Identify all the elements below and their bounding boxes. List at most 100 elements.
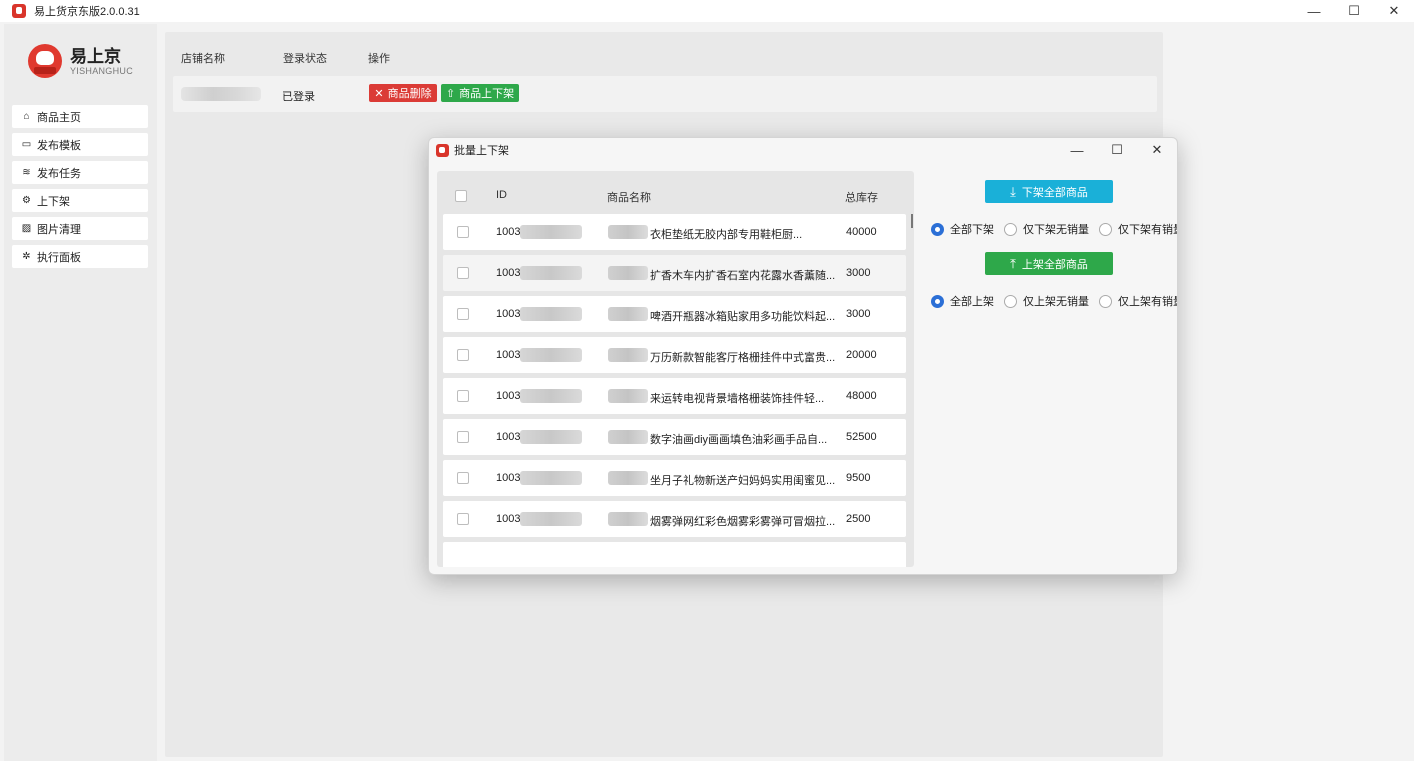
radio-label: 仅上架有销量	[1118, 296, 1178, 308]
product-id: 1003	[496, 513, 521, 525]
dialog-maximize-button[interactable]: ☐	[1097, 138, 1137, 162]
table-row[interactable]: 1003 来运转电视背景墙格栅装饰挂件轻... 48000	[443, 378, 906, 414]
sidebar-item-label: 图片清理	[37, 223, 81, 236]
column-header-login-status: 登录状态	[283, 53, 327, 65]
minimize-button[interactable]: —	[1294, 0, 1334, 22]
table-row-partial[interactable]	[443, 542, 906, 567]
sidebar-item-exec-panel[interactable]: ✲ 执行面板	[12, 245, 148, 268]
brand-subtitle: YISHANGHUC	[70, 65, 134, 76]
dialog-window-controls: — ☐ ✕	[1057, 138, 1177, 162]
table-row[interactable]: 1003 扩香木车内扩香石室内花露水香薰随... 3000	[443, 255, 906, 291]
dialog-close-button[interactable]: ✕	[1137, 138, 1177, 162]
sidebar-item-image-cleanup[interactable]: ▨ 图片清理	[12, 217, 148, 240]
radio-icon	[1099, 294, 1112, 308]
product-stock: 9500	[846, 472, 871, 484]
sidebar-item-publish-task[interactable]: ≋ 发布任务	[12, 161, 148, 184]
sidebar-item-label: 执行面板	[37, 251, 81, 264]
product-id-redacted	[520, 471, 582, 485]
sidebar-item-publish-template[interactable]: ▭ 发布模板	[12, 133, 148, 156]
product-id-redacted	[520, 430, 582, 444]
row-checkbox[interactable]	[457, 513, 469, 525]
table-row[interactable]: 1003 烟雾弹网红彩色烟雾彩雾弹可冒烟拉... 2500	[443, 501, 906, 537]
radio-icon	[1099, 222, 1112, 236]
app-logo-icon	[12, 4, 26, 18]
row-checkbox[interactable]	[457, 349, 469, 361]
column-header-stock: 总库存	[845, 192, 878, 204]
upload-icon: ⇧	[445, 87, 456, 100]
shelf-options: 全部上架 仅上架无销量 仅上架有销量	[931, 293, 1178, 309]
column-header-shop-name: 店铺名称	[181, 53, 225, 65]
upload-icon: ⤒	[1010, 255, 1016, 271]
shelf-products-button[interactable]: ⇧ 商品上下架	[441, 84, 519, 102]
dialog-minimize-button[interactable]: —	[1057, 138, 1097, 162]
table-row[interactable]: 1003 数字油画diy画画填色油彩画手品自... 52500	[443, 419, 906, 455]
row-checkbox[interactable]	[457, 226, 469, 238]
dialog-title: 批量上下架	[454, 145, 509, 157]
unshelf-all-button[interactable]: ⤓ 下架全部商品	[985, 180, 1113, 203]
column-header-id: ID	[496, 189, 507, 201]
sidebar-menu: ⌂ 商品主页 ▭ 发布模板 ≋ 发布任务 ⚙ 上下架 ▨ 图片清理 ✲ 执行面板	[12, 105, 148, 273]
unshelf-all-label: 下架全部商品	[1021, 186, 1088, 199]
maximize-button[interactable]: ☐	[1334, 0, 1374, 22]
product-name: 扩香木车内扩香石室内花露水香薰随...	[650, 270, 835, 282]
product-name: 万历新款智能客厅格栅挂件中式富贵...	[650, 352, 835, 364]
sidebar: 易上京 YISHANGHUC ⌂ 商品主页 ▭ 发布模板 ≋ 发布任务 ⚙ 上下…	[4, 24, 157, 761]
tasks-icon: ≋	[22, 167, 31, 178]
radio-unshelf-with-sales[interactable]: 仅下架有销量	[1099, 221, 1177, 237]
sidebar-item-product-home[interactable]: ⌂ 商品主页	[12, 105, 148, 128]
radio-selected-icon	[931, 222, 944, 236]
table-row[interactable]: 1003 坐月子礼物新送产妇妈妈实用闺蜜见... 9500	[443, 460, 906, 496]
gears-icon: ⚙	[22, 195, 31, 206]
grid-scrollbar[interactable]	[911, 214, 913, 228]
radio-icon	[1004, 222, 1017, 236]
shelf-all-button[interactable]: ⤒ 上架全部商品	[985, 252, 1113, 275]
table-row: 已登录 ✕ 商品删除 ⇧ 商品上下架	[173, 76, 1157, 112]
product-id: 1003	[496, 390, 521, 402]
download-icon: ⤓	[1010, 183, 1016, 199]
product-stock: 3000	[846, 267, 871, 279]
row-checkbox[interactable]	[457, 472, 469, 484]
column-header-product-name: 商品名称	[607, 192, 651, 204]
radio-unshelf-all[interactable]: 全部下架	[931, 221, 994, 237]
shelf-all-label: 上架全部商品	[1021, 258, 1088, 271]
gear-icon: ✲	[22, 251, 31, 262]
radio-label: 全部下架	[950, 224, 994, 236]
row-checkbox[interactable]	[457, 267, 469, 279]
product-id-redacted	[520, 307, 582, 321]
product-name: 数字油画diy画画填色油彩画手品自...	[650, 434, 828, 446]
row-checkbox[interactable]	[457, 390, 469, 402]
grid-header: ID 商品名称 总库存	[437, 171, 914, 211]
radio-shelf-with-sales[interactable]: 仅上架有销量	[1099, 293, 1178, 309]
product-id-redacted	[520, 348, 582, 362]
product-id: 1003	[496, 308, 521, 320]
product-id-redacted	[520, 225, 582, 239]
select-all-checkbox[interactable]	[455, 190, 467, 202]
product-name-redacted	[608, 225, 648, 239]
sidebar-item-label: 发布模板	[37, 139, 81, 152]
row-checkbox[interactable]	[457, 308, 469, 320]
product-id: 1003	[496, 267, 521, 279]
product-name-redacted	[608, 266, 648, 280]
radio-label: 全部上架	[950, 296, 994, 308]
radio-unshelf-no-sales[interactable]: 仅下架无销量	[1004, 221, 1089, 237]
radio-selected-icon	[931, 294, 944, 308]
product-name: 衣柜垫纸无胶内部专用鞋柜厨...	[650, 229, 803, 241]
batch-shelf-dialog: 批量上下架 — ☐ ✕ ID 商品名称 总库存 1003 衣柜垫纸无胶内部专用鞋…	[428, 137, 1178, 575]
product-stock: 20000	[846, 349, 877, 361]
row-checkbox[interactable]	[457, 431, 469, 443]
table-row[interactable]: 1003 啤酒开瓶器冰箱贴家用多功能饮料起... 3000	[443, 296, 906, 332]
radio-shelf-all[interactable]: 全部上架	[931, 293, 994, 309]
product-name: 来运转电视背景墙格栅装饰挂件轻...	[650, 393, 825, 405]
product-name-redacted	[608, 348, 648, 362]
sidebar-item-shelf[interactable]: ⚙ 上下架	[12, 189, 148, 212]
table-row[interactable]: 1003 衣柜垫纸无胶内部专用鞋柜厨... 40000	[443, 214, 906, 250]
calendar-icon: ▭	[21, 139, 32, 150]
close-button[interactable]: ✕	[1374, 0, 1414, 22]
delete-products-button[interactable]: ✕ 商品删除	[369, 84, 437, 102]
radio-shelf-no-sales[interactable]: 仅上架无销量	[1004, 293, 1089, 309]
radio-label: 仅上架无销量	[1023, 296, 1089, 308]
product-stock: 2500	[846, 513, 871, 525]
table-row[interactable]: 1003 万历新款智能客厅格栅挂件中式富贵... 20000	[443, 337, 906, 373]
product-name-redacted	[608, 430, 648, 444]
product-grid: ID 商品名称 总库存 1003 衣柜垫纸无胶内部专用鞋柜厨... 40000 …	[437, 171, 914, 567]
